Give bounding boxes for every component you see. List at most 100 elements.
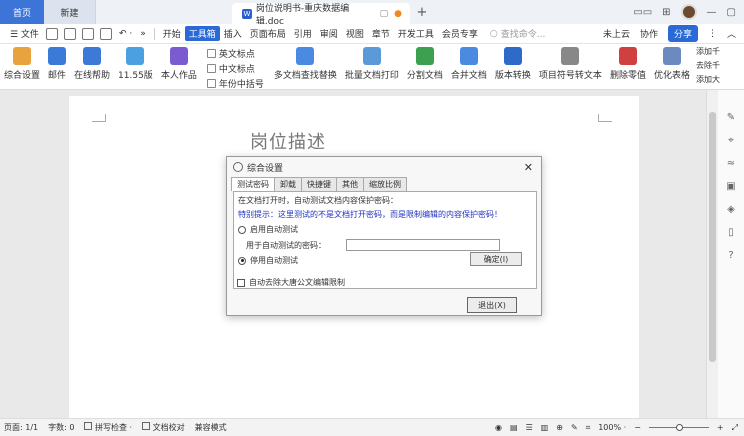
ribbon-merge-button[interactable]: 合并文档 (447, 47, 491, 81)
zoom-in-button[interactable]: + (717, 423, 724, 432)
ribbon-batch-print-button[interactable]: 批量文档打印 (341, 47, 403, 81)
print-icon[interactable] (81, 27, 94, 40)
zoom-out-button[interactable]: − (634, 423, 641, 432)
tab-new[interactable]: 新建 (44, 0, 96, 24)
share-button[interactable]: 分享 (667, 25, 698, 42)
collapse-ribbon-icon[interactable]: ︿ (727, 27, 736, 40)
preview-icon[interactable] (99, 27, 112, 40)
ribbon-optimize-table-button[interactable]: 优化表格 (650, 47, 694, 81)
tab-zoom-ratio[interactable]: 缩放比例 (363, 177, 407, 191)
add-thousands-button[interactable]: 添加千 (696, 46, 720, 57)
ribbon-convert-button[interactable]: 版本转换 (491, 47, 535, 81)
shield-icon[interactable]: ◈ (727, 204, 735, 215)
tab-test-password[interactable]: 测试密码 (231, 177, 275, 191)
page-count[interactable]: 页面: 1/1 (4, 422, 38, 433)
ribbon-help-button[interactable]: 在线帮助 (70, 47, 114, 81)
pen-icon[interactable]: ✎ (727, 112, 735, 123)
read-view-icon[interactable]: ▥ (541, 423, 549, 432)
scrollbar-thumb[interactable] (709, 112, 716, 362)
menu-layout[interactable]: 页面布局 (246, 27, 290, 40)
image-icon[interactable]: ▣ (726, 181, 735, 192)
tab-home[interactable]: 首页 (0, 0, 44, 24)
add-uppercase-button[interactable]: 添加大 (696, 74, 720, 85)
dialog-panel: 在文档打开时，自动测试文档内容保护密码： 特别提示：这里测试的不是文档打开密码，… (233, 191, 537, 289)
menu-review[interactable]: 审阅 (316, 27, 342, 40)
ribbon-split-button[interactable]: 分割文档 (403, 47, 447, 81)
menu-chapter[interactable]: 章节 (368, 27, 394, 40)
menu-devtools[interactable]: 开发工具 (394, 27, 438, 40)
chinese-punct-button[interactable]: 中文标点 (206, 62, 264, 75)
fit-icon[interactable]: ⌗ (586, 423, 591, 433)
exit-button[interactable]: 退出(X) (467, 297, 517, 313)
zoom-slider-knob[interactable] (675, 424, 683, 431)
menu-member[interactable]: 会员专享 (438, 27, 482, 40)
password-label: 用于自动测试的密码： (246, 240, 326, 250)
zoom-level[interactable]: 100% · (598, 423, 626, 432)
grid-icon[interactable]: ⊞ (662, 7, 670, 18)
english-punct-button[interactable]: 英文标点 (206, 47, 264, 60)
adjust-icon[interactable]: ≈ (727, 158, 735, 169)
menu-reference[interactable]: 引用 (290, 27, 316, 40)
remove-thousands-button[interactable]: 去除千 (696, 60, 720, 71)
export-icon[interactable] (63, 27, 76, 40)
ribbon-mail-button[interactable]: 邮件 (44, 47, 70, 81)
ribbon-author-button[interactable]: 本人作品 (157, 47, 201, 81)
more-icon[interactable]: » (136, 29, 150, 39)
cloud-status[interactable]: 未上云 (603, 27, 630, 40)
help-circle-icon[interactable]: ? (728, 250, 733, 261)
minimize-icon[interactable]: — (707, 7, 717, 18)
help-icon (83, 47, 102, 65)
cursor-icon[interactable]: ⌖ (728, 135, 734, 146)
document-heading: 岗位描述 (250, 132, 326, 153)
auto-remove-option[interactable]: 自动去除大唐公文编辑限制 (237, 277, 345, 288)
zoom-slider[interactable] (648, 424, 709, 431)
ok-button[interactable]: 确定(I) (470, 252, 522, 266)
pen-view-icon[interactable]: ✎ (571, 423, 578, 432)
file-menu[interactable]: ☰ 文件 (6, 27, 43, 40)
document-tab-label: 岗位说明书-重庆数据编辑.doc (255, 3, 350, 27)
avatar[interactable] (680, 4, 697, 20)
tab-shortcuts[interactable]: 快捷键 (301, 177, 337, 191)
menu-view[interactable]: 视图 (342, 27, 368, 40)
proofread[interactable]: 文档校对 (142, 422, 185, 433)
outline-view-icon[interactable]: ☰ (526, 423, 533, 432)
menu-toolbox[interactable]: 工具箱 (184, 26, 220, 41)
word-count[interactable]: 字数: 0 (48, 422, 74, 433)
ribbon-delete-zero-button[interactable]: 删除零值 (606, 47, 650, 81)
ribbon-find-replace-button[interactable]: 多文档查找替换 (270, 47, 341, 81)
close-icon[interactable]: ✕ (524, 161, 533, 174)
tab-other[interactable]: 其他 (336, 177, 364, 191)
radio-enable[interactable] (238, 225, 246, 234)
convert-icon (503, 47, 522, 65)
split-icon (415, 47, 434, 65)
tab-uninstall[interactable]: 卸载 (274, 177, 302, 191)
fullscreen-icon[interactable]: ⤢ (732, 423, 738, 433)
menu-insert[interactable]: 插入 (220, 27, 246, 40)
save-icon[interactable] (45, 27, 58, 40)
more-options-icon[interactable]: ⋮ (708, 29, 717, 39)
new-tab-button[interactable]: + (410, 0, 434, 24)
spell-check[interactable]: 拼写检查 · (84, 422, 132, 433)
collab-button[interactable]: 协作 (640, 27, 658, 40)
ribbon-settings-button[interactable]: 综合设置 (0, 47, 44, 81)
layout-icon[interactable]: ▭▭ (633, 7, 652, 18)
radio-disable[interactable] (238, 256, 246, 265)
year-bracket-button[interactable]: 年份中括号 (206, 77, 264, 90)
book-icon[interactable]: ▯ (728, 227, 734, 238)
tab-document[interactable]: W 岗位说明书-重庆数据编辑.doc ▢ ● (232, 3, 410, 27)
command-search[interactable]: ○ 查找命令... (490, 27, 545, 41)
screen-icon[interactable]: ▢ (380, 9, 389, 19)
auto-remove-checkbox[interactable] (237, 278, 245, 287)
eye-icon[interactable]: ◉ (495, 423, 502, 432)
vertical-scrollbar[interactable] (706, 90, 718, 418)
undo-icon[interactable]: ↶ · (115, 29, 136, 39)
maximize-icon[interactable]: ▢ (727, 7, 736, 18)
web-view-icon[interactable]: ⊕ (556, 423, 563, 432)
page-view-icon[interactable]: ▤ (510, 423, 518, 432)
password-input[interactable] (346, 239, 500, 251)
ribbon-bullet-text-button[interactable]: 项目符号转文本 (535, 47, 606, 81)
enable-auto-test-option[interactable]: 启用自动测试 (238, 224, 532, 235)
ribbon-version-button[interactable]: 11.55版 (114, 47, 157, 81)
menu-start[interactable]: 开始 (159, 27, 185, 40)
tab-spacer (96, 0, 232, 24)
